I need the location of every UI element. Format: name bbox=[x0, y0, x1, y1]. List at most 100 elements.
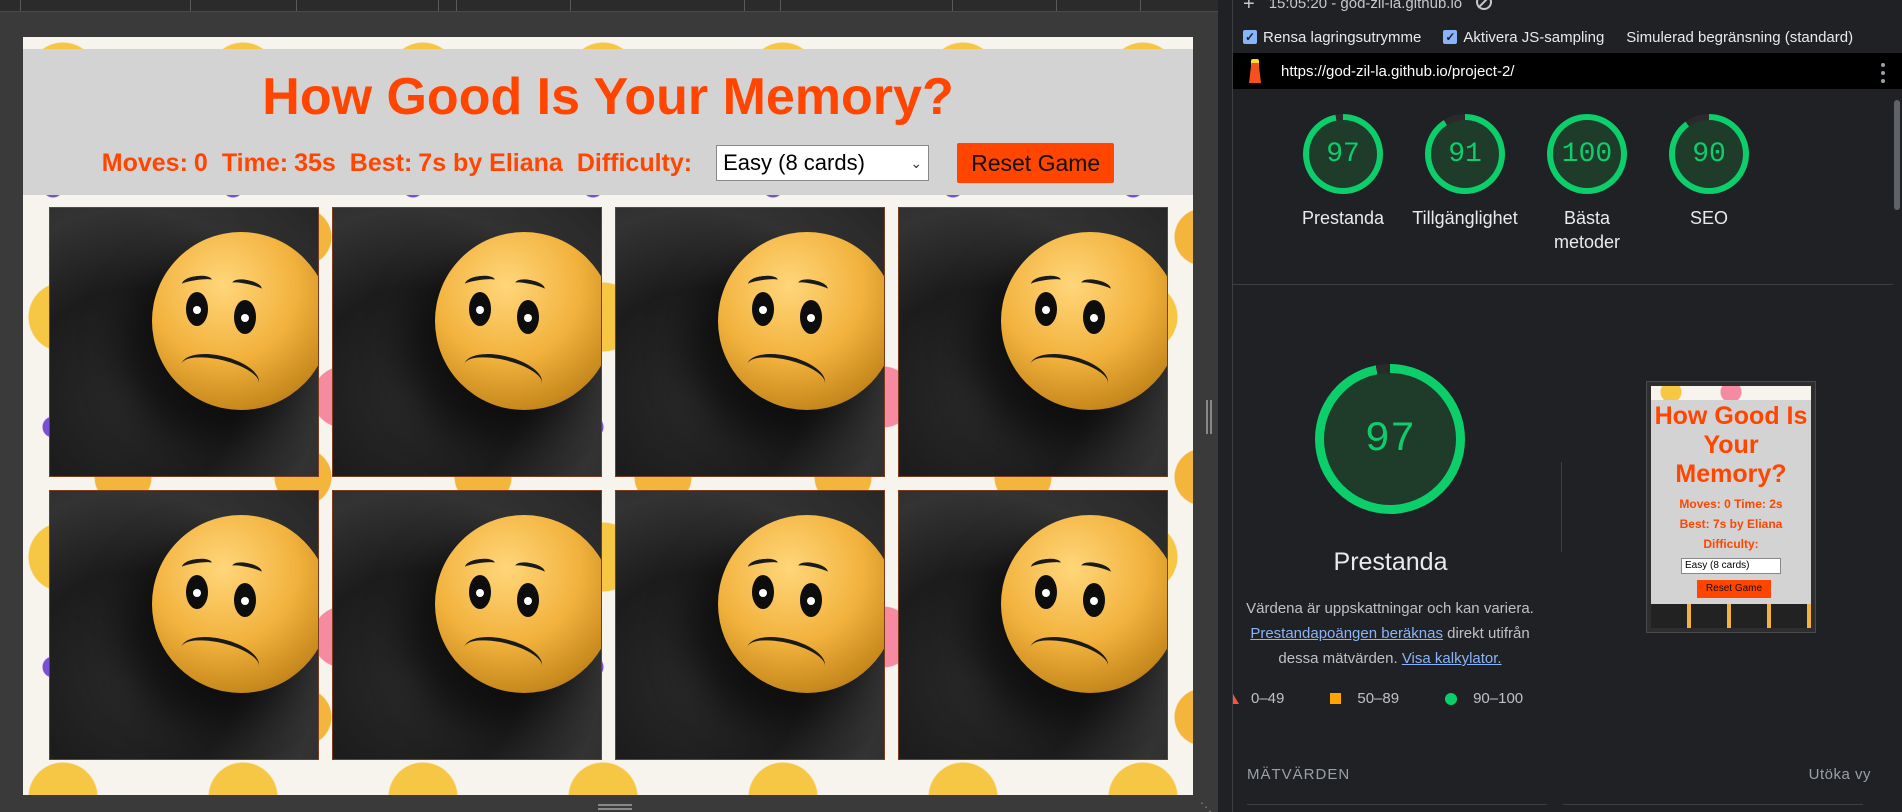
best-value: 7s by Eliana bbox=[418, 148, 563, 177]
legend-average: 50–89 bbox=[1330, 690, 1399, 707]
lighthouse-options: ✓ Rensa lagringsutrymme ✓ Aktivera JS-sa… bbox=[1233, 24, 1902, 50]
viewport-bottom-resize-handle[interactable] bbox=[598, 804, 632, 810]
gauge-label: SEO bbox=[1689, 208, 1728, 228]
divider bbox=[1233, 284, 1893, 285]
gauge-score: 91 bbox=[1448, 138, 1482, 170]
devtools-toolbar: + 15:05:20 - god-zil-la.github.io bbox=[1233, 0, 1902, 14]
performance-score: 97 bbox=[1364, 415, 1416, 463]
memory-card[interactable] bbox=[898, 207, 1168, 477]
difficulty-label: Difficulty: bbox=[576, 148, 693, 177]
new-report-icon[interactable]: + bbox=[1243, 0, 1255, 14]
memory-card[interactable] bbox=[615, 207, 885, 477]
best-stat: Best: 7s by Eliana bbox=[350, 149, 563, 178]
corner-resize-icon[interactable]: ⋱ bbox=[1200, 800, 1212, 812]
option-js-sampling[interactable]: ✓ Aktivera JS-sampling bbox=[1443, 29, 1604, 46]
view-calculator-link[interactable]: Visa kalkylator. bbox=[1402, 650, 1502, 667]
viewport-resize-handle[interactable] bbox=[1206, 400, 1212, 434]
moves-stat: Moves: 0 bbox=[102, 149, 208, 178]
memory-card[interactable] bbox=[332, 207, 602, 477]
gauge-label: Tillgänglighet bbox=[1412, 208, 1518, 228]
gauge-score: 90 bbox=[1692, 138, 1726, 170]
performance-title: Prestanda bbox=[1333, 548, 1448, 576]
metrics-header: MÄTVÄRDEN Utöka vy bbox=[1247, 766, 1887, 783]
top-ruler bbox=[0, 0, 1218, 12]
category-gauge[interactable]: 91 Tillgänglighet bbox=[1412, 114, 1518, 254]
circle-icon bbox=[1445, 692, 1458, 705]
checkbox-checked-icon[interactable]: ✓ bbox=[1443, 30, 1458, 44]
memory-card[interactable] bbox=[898, 490, 1168, 760]
report-session-select[interactable]: 15:05:20 - god-zil-la.github.io bbox=[1269, 0, 1462, 12]
time-value: 35s bbox=[294, 148, 336, 177]
throttling-setting[interactable]: Simulerad begränsning (standard) bbox=[1626, 29, 1853, 46]
option-label: Aktivera JS-sampling bbox=[1463, 28, 1605, 46]
memory-card[interactable] bbox=[615, 490, 885, 760]
card-grid bbox=[49, 207, 1171, 760]
lighthouse-panel: + 15:05:20 - god-zil-la.github.io ✓ Rens… bbox=[1232, 0, 1902, 812]
sad-face-icon bbox=[152, 515, 318, 693]
chevron-down-icon: ⌄ bbox=[910, 154, 923, 171]
gauge-label: Bästa metoder bbox=[1553, 208, 1621, 252]
memory-card[interactable] bbox=[49, 207, 319, 477]
sad-face-icon bbox=[435, 232, 601, 410]
sad-face-icon bbox=[152, 232, 318, 410]
legend-pass: 90–100 bbox=[1445, 690, 1523, 707]
triangle-icon bbox=[1233, 693, 1239, 704]
time-stat: Time: 35s bbox=[222, 149, 336, 178]
game-header: How Good Is Your Memory? Moves: 0 Time: 35… bbox=[23, 49, 1193, 195]
score-legend: 0–49 50–89 90–100 bbox=[1233, 690, 1569, 707]
memory-card[interactable] bbox=[332, 490, 602, 760]
sad-face-icon bbox=[1001, 232, 1167, 410]
vertical-divider bbox=[1561, 462, 1562, 552]
gauge-label: Prestanda bbox=[1301, 208, 1385, 228]
game-title: How Good Is Your Memory? bbox=[262, 68, 954, 126]
legend-fail: 0–49 bbox=[1233, 690, 1284, 707]
option-label: Rensa lagringsutrymme bbox=[1263, 28, 1422, 46]
thumbnail-stats: Moves: 0 Time: 2s Best: 7s by Eliana Dif… bbox=[1679, 497, 1783, 551]
thumbnail-title: How Good Is Your Memory? bbox=[1654, 402, 1808, 488]
moves-value: 0 bbox=[193, 148, 208, 177]
panel-scrollbar[interactable] bbox=[1892, 96, 1902, 812]
difficulty-selected: Easy (8 cards) bbox=[723, 150, 865, 175]
gauge-ring: 97 bbox=[1303, 114, 1383, 194]
score-calculation-link[interactable]: Prestandapoängen beräknas bbox=[1250, 625, 1443, 642]
gauge-ring: 100 bbox=[1547, 114, 1627, 194]
report-url-bar: https://god-zil-la.github.io/project-2/ bbox=[1233, 53, 1902, 89]
sad-face-icon bbox=[1001, 515, 1167, 693]
sad-face-icon bbox=[718, 232, 884, 410]
desc-text-1: Värdena är uppskattningar och kan varier… bbox=[1246, 600, 1534, 617]
time-label: Time: bbox=[221, 148, 289, 177]
stats-row: Moves: 0 Time: 35s Best: 7s by Eliana Diffi… bbox=[23, 143, 1193, 183]
category-gauge[interactable]: 100 Bästa metoder bbox=[1547, 114, 1627, 254]
metrics-heading: MÄTVÄRDEN bbox=[1247, 766, 1351, 783]
device-viewport: How Good Is Your Memory? Moves: 0 Time: 35… bbox=[0, 0, 1218, 812]
score-gauges: 97 Prestanda 91 Tillgänglighet 100 Bästa meto… bbox=[1301, 114, 1749, 254]
lighthouse-icon bbox=[1245, 59, 1265, 83]
moves-label: Moves: bbox=[101, 148, 188, 177]
report-url[interactable]: https://god-zil-la.github.io/project-2/ bbox=[1281, 63, 1514, 80]
performance-description: Värdena är uppskattningar och kan varier… bbox=[1233, 596, 1551, 671]
screen: How Good Is Your Memory? Moves: 0 Time: 35… bbox=[0, 0, 1902, 812]
memory-card[interactable] bbox=[49, 490, 319, 760]
sad-face-icon bbox=[718, 515, 884, 693]
final-screenshot-thumbnail[interactable]: How Good Is Your Memory? Moves: 0 Time: … bbox=[1646, 381, 1816, 633]
option-clear-storage[interactable]: ✓ Rensa lagringsutrymme bbox=[1243, 29, 1421, 46]
more-options-icon[interactable] bbox=[1881, 63, 1885, 83]
category-gauge[interactable]: 97 Prestanda bbox=[1301, 114, 1385, 254]
gauge-score: 100 bbox=[1561, 138, 1613, 170]
difficulty-select[interactable]: Easy (8 cards) ⌄ bbox=[716, 145, 930, 181]
clear-icon[interactable] bbox=[1476, 0, 1493, 10]
checkbox-checked-icon[interactable]: ✓ bbox=[1243, 30, 1257, 44]
best-label: Best: bbox=[349, 148, 413, 177]
gauge-ring: 91 bbox=[1425, 114, 1505, 194]
thumbnail-button: Reset Game bbox=[1697, 580, 1771, 598]
sad-face-icon bbox=[435, 515, 601, 693]
reset-game-button[interactable]: Reset Game bbox=[957, 143, 1115, 183]
thumbnail-select: Easy (8 cards) bbox=[1681, 558, 1781, 574]
expand-view-button[interactable]: Utöka vy bbox=[1809, 766, 1887, 783]
square-icon bbox=[1330, 693, 1342, 704]
performance-gauge: 97 bbox=[1315, 364, 1465, 514]
category-gauge[interactable]: 90 SEO bbox=[1669, 114, 1749, 254]
gauge-score: 97 bbox=[1326, 138, 1360, 170]
game-page: How Good Is Your Memory? Moves: 0 Time: 35… bbox=[23, 37, 1193, 795]
gauge-ring: 90 bbox=[1669, 114, 1749, 194]
